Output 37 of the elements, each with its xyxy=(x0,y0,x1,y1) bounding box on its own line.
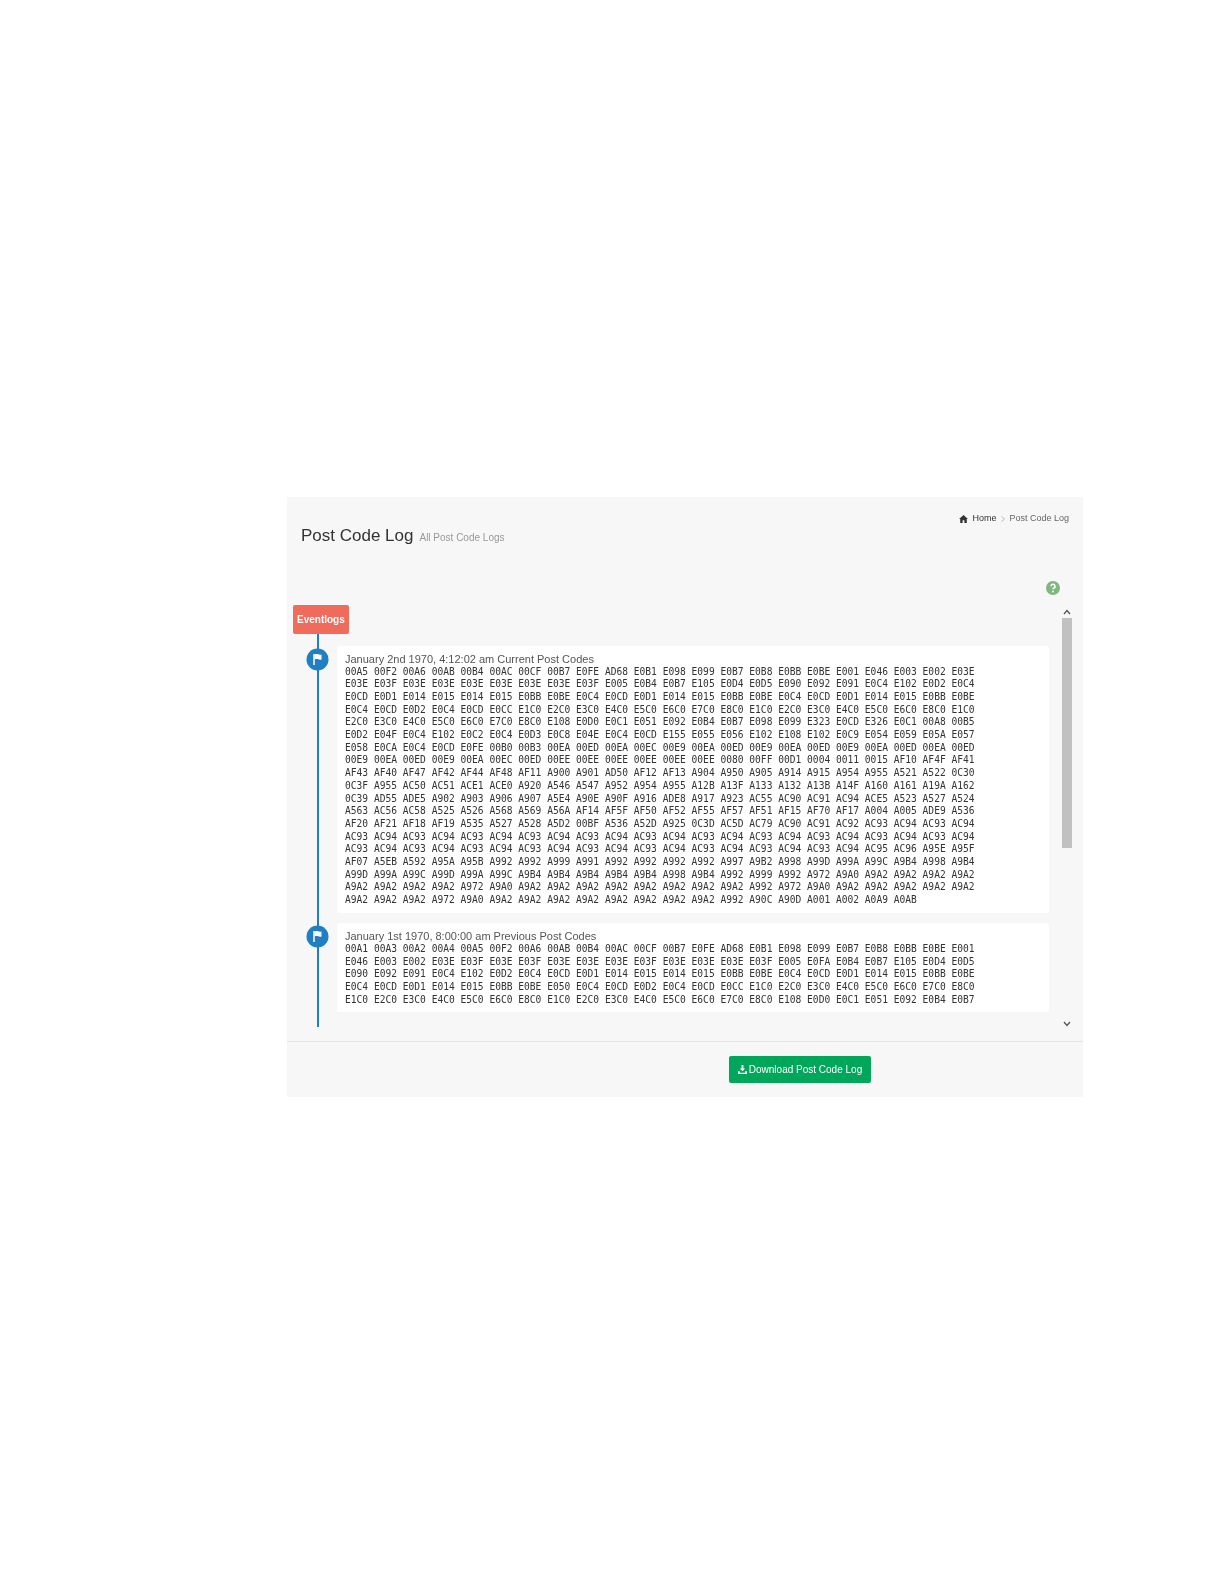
timeline-label: Eventlogs xyxy=(293,604,349,634)
breadcrumb-current: Post Code Log xyxy=(1009,512,1069,526)
breadcrumb-link[interactable]: Home xyxy=(972,512,997,526)
post-code-line: E0D2 E04F E0C4 E102 E0C2 E0C4 E0D3 E0C8 E04E E0C4 E0CD E155 E055 E056 E102 E108 E102 E0C9 E054 E059 E05A E057 xyxy=(345,729,976,742)
post-code-line: AF20 AF21 AF18 AF19 A535 A527 A528 A5D2 00BF A536 A52D A925 0C3D AC5D AC79 AC90 AC91 AC92 AC93 AC94 AC93 AC94 xyxy=(345,817,976,831)
post-code-line: 00E9 00EA 00ED 00E9 00EA 00EC 00ED 00EE 00EE 00EE 00EE 00EE 00EE 0080 00FF 00D1 0004 0011 0015 AF10 AF4F AF41 xyxy=(345,754,976,768)
post-code-line: E058 E0CA E0C4 E0CD E0FE 00B0 00B3 00EA 00ED 00EA 00EC 00E9 00EA 00ED 00E9 00EA 00ED 00E9 00EA 00ED 00EA 00ED xyxy=(345,741,976,755)
post-code-line: E0CD E0D1 E014 E015 E014 E015 E0BB E0BE E0C4 E0CD E0D1 E014 E015 E0BB E0BE E0C4 E0CD E0D1 E014 E015 E0BB E0BE xyxy=(345,690,976,704)
chevron-icon xyxy=(1001,516,1006,522)
scroll-up-icon[interactable] xyxy=(1063,608,1071,615)
post-code-line: E0C4 E0CD E0D2 E0C4 E0CD E0CC E1C0 E2C0 E3C0 E4C0 E5C0 E6C0 E7C0 E8C0 E1C0 E2C0 E3C0 E4C0 E5C0 E6C0 E8C0 E1C0 xyxy=(345,703,976,717)
post-code-line: 00A1 00A3 00A2 00A4 00A5 00F2 00A6 00AB 00B4 00AC 00CF 00B7 E0FE AD68 E0B1 E098 E099 E0B7 E0B8 E0BB E0BE E001 xyxy=(345,942,976,956)
post-code-line: E03E E03F E03E E03E E03E E03E E03E E03E E03F E005 E0B4 E0B7 E105 E0D4 E0D5 E090 E092 E091 E0C4 E102 E0D2 E0C4 xyxy=(345,678,976,691)
post-code-line: AC93 AC94 AC93 AC94 AC93 AC94 AC93 AC94 AC93 AC94 AC93 AC94 AC93 AC94 AC93 AC94 AC93 AC94 AC93 AC94 AC93 AC94 xyxy=(345,830,976,844)
scrollbar[interactable] xyxy=(1061,608,1073,1027)
download-icon xyxy=(737,1064,747,1074)
post-code-line: E2C0 E3C0 E4C0 E5C0 E6C0 E7C0 E8C0 E108 E0D0 E0C1 E051 E092 E0B4 E0B7 E098 E099 E323 E0CD E326 E0C1 00A8 00B5 xyxy=(345,716,976,729)
home-icon xyxy=(959,515,969,523)
post-code-line: AF07 A5EB A592 A95A A95B A992 A992 A999 A991 A992 A992 A992 A992 A997 A9B2 A998 A99D A99A A99C A9B4 A998 A9B4 xyxy=(345,856,976,869)
post-code-line: E0C4 E0CD E0D1 E014 E015 E0BB E0BE E050 E0C4 E0CD E0D2 E0C4 E0CD E0CC E1C0 E2C0 E3C0 E4C0 E5C0 E6C0 E7C0 E8C0 xyxy=(345,980,976,994)
post-code-line: 0C3F A955 AC50 AC51 ACE1 ACE0 A920 A546 A547 A952 A954 A955 A12B A13F A133 A132 A13B A14F A160 A161 A19A A162 xyxy=(345,779,976,793)
post-code-line: A99D A99A A99C A99D A99A A99C A9B4 A9B4 A9B4 A9B4 A9B4 A998 A9B4 A992 A999 A992 A972 A9A0 A9A2 A9A2 A9A2 A9A2 xyxy=(345,868,976,882)
log-heading: January 1st 1970, 8:00:00 am Previous Post Codes xyxy=(345,928,598,943)
page-title: Post Code Log xyxy=(301,525,414,547)
post-code-line: AC93 AC94 AC93 AC94 AC93 AC94 AC93 AC94 AC93 AC94 AC93 AC94 AC93 AC94 AC93 AC94 AC93 AC94 AC95 AC96 A95E A95F xyxy=(345,843,976,857)
page-subtitle: All Post Code Logs xyxy=(419,531,505,545)
log-heading: January 2nd 1970, 4:12:02 am Current Post Codes xyxy=(345,651,595,666)
post-code-line: E090 E092 E091 E0C4 E102 E0D2 E0C4 E0CD E0D1 E014 E015 E014 E015 E0BB E0BE E0C4 E0CD E0D1 E014 E015 E0BB E0BE xyxy=(345,968,976,981)
post-code-line: 00A5 00F2 00A6 00AB 00B4 00AC 00CF 00B7 E0FE AD68 E0B1 E098 E099 E0B7 E0B8 E0BB E0BE E001 E046 E003 E002 E03E xyxy=(345,665,976,679)
scroll-down-icon[interactable] xyxy=(1063,1020,1071,1027)
post-code-line: AF43 AF40 AF47 AF42 AF44 AF48 AF11 A900 A901 AD50 AF12 AF13 A904 A950 A905 A914 A915 A954 A955 A521 A522 0C30 xyxy=(345,767,976,780)
post-code-line: A9A2 A9A2 A9A2 A9A2 A972 A9A0 A9A2 A9A2 A9A2 A9A2 A9A2 A9A2 A9A2 A9A2 A992 A972 A9A0 A9A2 A9A2 A9A2 A9A2 A9A2 xyxy=(345,881,976,895)
post-code-line: E046 E003 E002 E03E E03F E03E E03F E03E E03E E03E E03F E03E E03E E03E E03F E005 E0FA E0B4 E0B7 E105 E0D4 E0D5 xyxy=(345,955,976,969)
post-code-line: E1C0 E2C0 E3C0 E4C0 E5C0 E6C0 E8C0 E1C0 E2C0 E3C0 E4C0 E5C0 E6C0 E7C0 E8C0 E108 E0D0 E0C1 E051 E092 E0B4 E0B7 xyxy=(345,993,976,1007)
post-code-line: A563 AC56 AC58 A525 A526 A568 A569 A56A AF14 AF5F AF50 AF52 AF55 AF57 AF51 AF15 AF70 AF17 A004 A005 ADE9 A536 xyxy=(345,805,976,818)
post-code-line: 0C39 AD55 ADE5 A902 A903 A906 A907 A5E4 A90E A90F A916 ADE8 A917 A923 AC55 AC90 AC91 AC94 ACE5 A523 A527 A524 xyxy=(345,792,976,806)
post-code-line: A9A2 A9A2 A9A2 A972 A9A0 A9A2 A9A2 A9A2 A9A2 A9A2 A9A2 A9A2 A9A2 A992 A90C A90D A001 A002 A0A9 A0AB xyxy=(345,894,918,907)
